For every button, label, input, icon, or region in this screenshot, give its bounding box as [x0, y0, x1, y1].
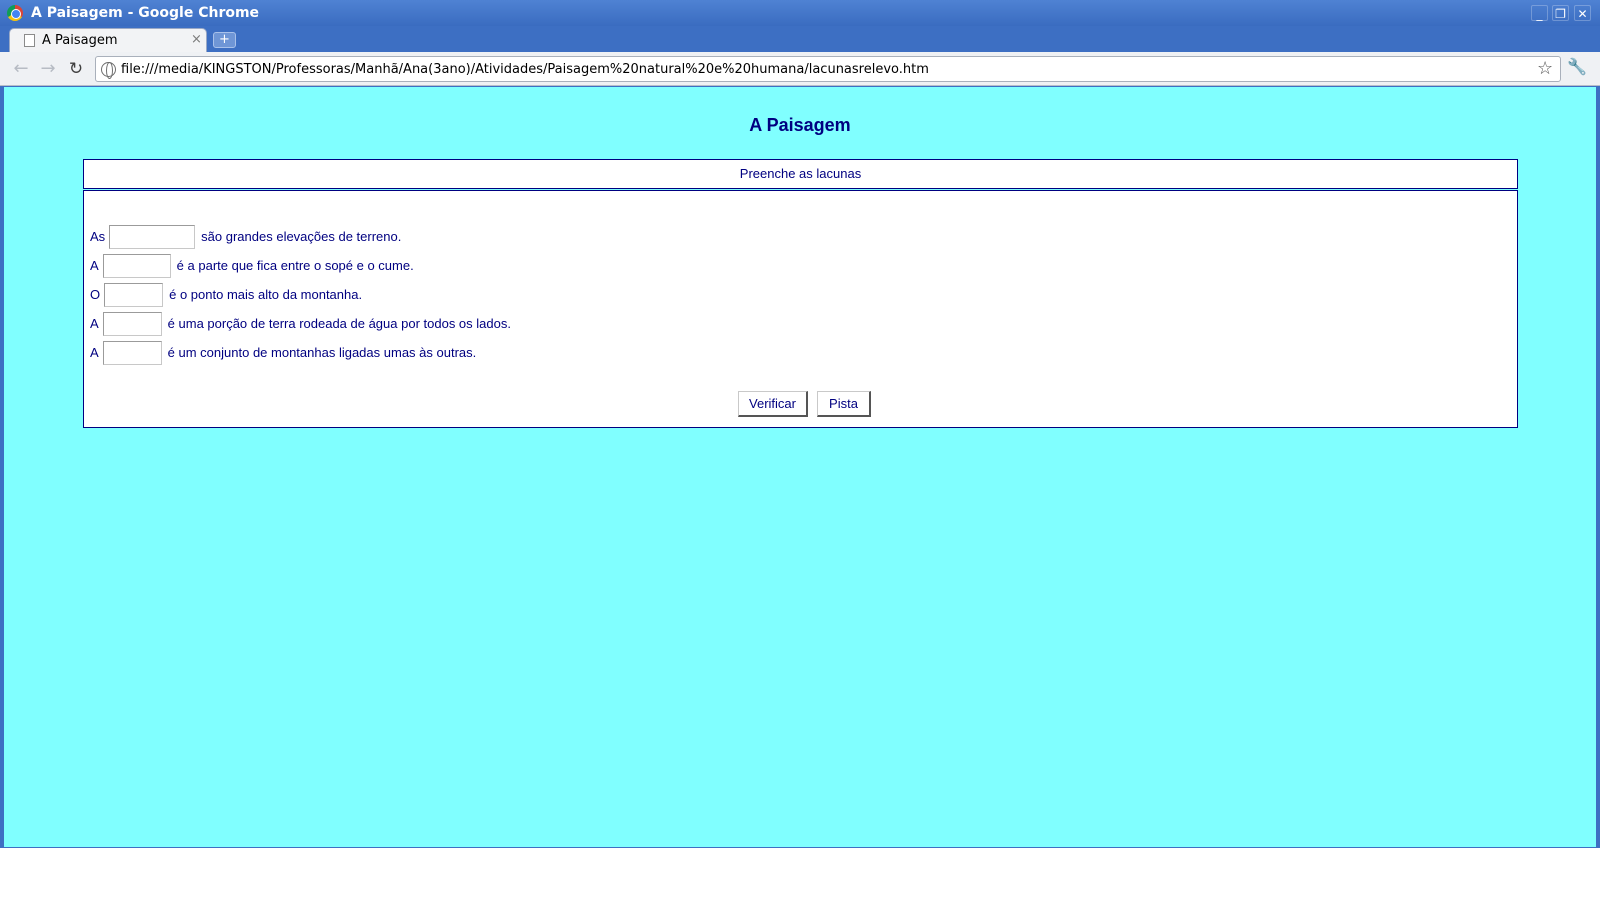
maximize-button[interactable]: ❐ — [1552, 5, 1569, 21]
window-title: A Paisagem - Google Chrome — [31, 5, 260, 21]
back-arrow-icon[interactable]: ← — [10, 58, 32, 80]
gap-input-5[interactable] — [102, 340, 162, 365]
page-title: A Paisagem — [749, 115, 851, 135]
forward-arrow-icon[interactable]: → — [37, 58, 59, 80]
close-window-button[interactable]: ✕ — [1574, 5, 1591, 21]
tab-strip: A Paisagem × + — [0, 26, 1600, 52]
chrome-logo-icon — [7, 5, 23, 21]
gap-prefix: A — [90, 257, 99, 273]
gap-suffix: é uma porção de terra rodeada de água po… — [167, 315, 511, 331]
gap-line: As são grandes elevações de terreno. — [90, 224, 402, 249]
wrench-menu-icon[interactable]: 🔧 — [1567, 57, 1587, 76]
page-viewport: A Paisagem Preenche as lacunas As são gra… — [4, 87, 1596, 847]
gap-prefix: A — [90, 344, 99, 360]
gap-prefix: As — [90, 228, 106, 244]
instructions-box: Preenche as lacunas — [83, 159, 1518, 189]
gap-input-1[interactable] — [109, 224, 196, 249]
minimize-button[interactable]: _ — [1531, 5, 1548, 21]
tab-close-icon[interactable]: × — [191, 32, 202, 47]
gap-prefix: O — [90, 286, 101, 302]
address-bar[interactable]: file:///media/KINGSTON/Professoras/Manhã… — [95, 56, 1561, 82]
gap-line: Aé um conjunto de montanhas ligadas umas… — [90, 340, 477, 365]
gap-input-2[interactable] — [102, 253, 171, 278]
gap-input-4[interactable] — [102, 311, 162, 336]
tab-a-paisagem[interactable]: A Paisagem × — [9, 28, 207, 52]
gap-suffix: são grandes elevações de terreno. — [201, 228, 402, 244]
gap-input-3[interactable] — [104, 282, 164, 307]
reload-icon[interactable]: ↻ — [65, 58, 87, 80]
gap-line: Oé o ponto mais alto da montanha. — [90, 282, 363, 307]
gap-suffix: é a parte que fica entre o sopé e o cume… — [176, 257, 414, 273]
gap-suffix: é o ponto mais alto da montanha. — [169, 286, 363, 302]
gap-line: Aé uma porção de terra rodeada de água p… — [90, 311, 511, 336]
exercise-box: As são grandes elevações de terreno. Aé a… — [83, 190, 1518, 428]
tab-title: A Paisagem — [42, 33, 118, 48]
url-text[interactable]: file:///media/KINGSTON/Professoras/Manhã… — [121, 62, 929, 77]
gap-line: Aé a parte que fica entre o sopé e o cum… — [90, 253, 414, 278]
instructions-text: Preenche as lacunas — [739, 166, 862, 181]
gap-prefix: A — [90, 315, 99, 331]
browser-toolbar: ← → ↻ file:///media/KINGSTON/Professoras… — [0, 52, 1600, 86]
gap-suffix: é um conjunto de montanhas ligadas umas … — [167, 344, 477, 360]
page-icon — [24, 34, 35, 47]
browser-window: A Paisagem - Google Chrome _ ❐ ✕ A Paisa… — [0, 0, 1600, 848]
bookmark-star-icon[interactable]: ☆ — [1537, 58, 1553, 79]
globe-icon — [101, 62, 116, 79]
verify-button[interactable]: Verificar — [738, 391, 808, 417]
new-tab-button[interactable]: + — [213, 32, 236, 48]
hint-button[interactable]: Pista — [817, 391, 871, 417]
title-bar: A Paisagem - Google Chrome _ ❐ ✕ — [0, 0, 1600, 26]
